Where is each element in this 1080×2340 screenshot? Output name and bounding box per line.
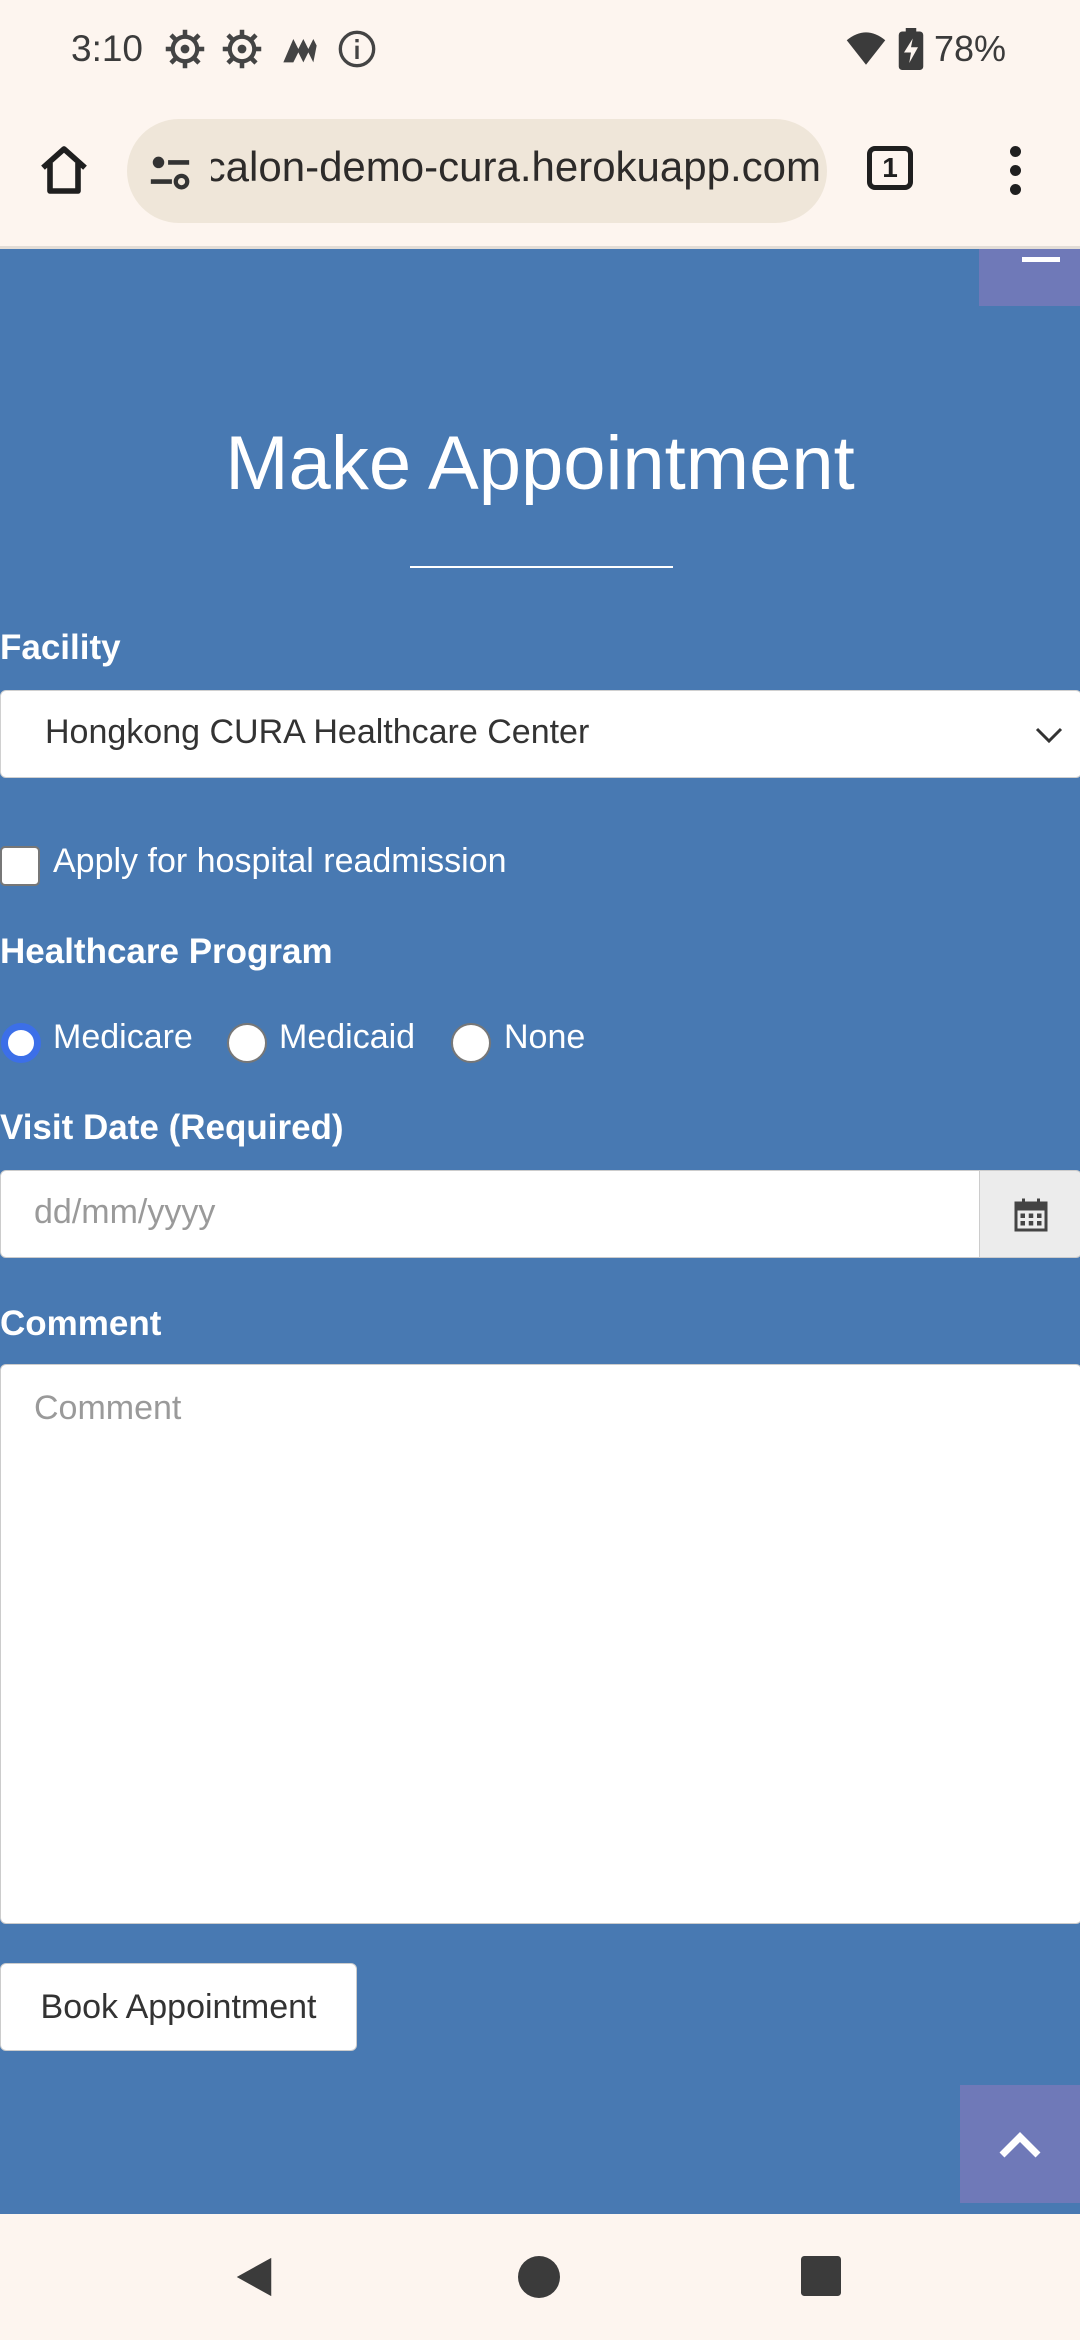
- readmission-checkbox[interactable]: [0, 846, 40, 886]
- radio-medicare-label[interactable]: Medicare: [53, 1018, 193, 1057]
- title-divider: [410, 566, 673, 568]
- hamburger-icon: [1022, 257, 1060, 262]
- status-time: 3:10: [71, 28, 144, 69]
- recents-icon[interactable]: [801, 2256, 841, 2296]
- facility-selected-value: Hongkong CURA Healthcare Center: [45, 713, 590, 751]
- back-icon[interactable]: [232, 2254, 276, 2300]
- tab-switcher-button[interactable]: 1: [867, 146, 913, 190]
- page-title: Make Appointment: [225, 421, 855, 506]
- healthcare-program-label: Healthcare Program: [0, 932, 333, 971]
- menu-toggle-button[interactable]: [979, 249, 1080, 306]
- calendar-button[interactable]: [979, 1170, 1080, 1258]
- radio-medicaid-label[interactable]: Medicaid: [279, 1018, 415, 1057]
- radio-none-label[interactable]: None: [504, 1018, 585, 1057]
- app-icon: [283, 39, 317, 63]
- scroll-to-top-button[interactable]: [960, 2085, 1080, 2203]
- system-navigation-bar: [0, 2214, 1080, 2340]
- wifi-icon: [846, 32, 886, 65]
- site-settings-icon[interactable]: [147, 149, 193, 195]
- home-icon[interactable]: [36, 142, 92, 198]
- radio-medicare[interactable]: [1, 1023, 41, 1063]
- calendar-icon: [1014, 1198, 1048, 1232]
- radio-medicaid[interactable]: [227, 1023, 267, 1063]
- comment-placeholder: Comment: [34, 1389, 182, 1427]
- visit-date-placeholder: dd/mm/yyyy: [34, 1193, 216, 1231]
- battery-charging-icon: [898, 28, 924, 70]
- address-bar[interactable]: calon-demo-cura.herokuapp.com: [127, 119, 827, 223]
- comment-label: Comment: [0, 1304, 162, 1343]
- visit-date-label: Visit Date (Required): [0, 1108, 344, 1147]
- radio-none[interactable]: [451, 1023, 491, 1063]
- facility-select[interactable]: Hongkong CURA Healthcare Center: [0, 690, 1080, 778]
- url-text[interactable]: calon-demo-cura.herokuapp.com: [211, 143, 821, 191]
- status-bar: 3:10 78%: [0, 0, 1080, 100]
- info-icon: [338, 30, 376, 68]
- more-options-icon[interactable]: [1008, 146, 1022, 202]
- chevron-up-icon: [999, 2132, 1041, 2158]
- battery-percent: 78%: [934, 28, 1007, 69]
- home-nav-icon[interactable]: [518, 2256, 560, 2298]
- comment-textarea[interactable]: Comment: [0, 1364, 1080, 1924]
- settings-icon: [165, 29, 205, 69]
- visit-date-input[interactable]: dd/mm/yyyy: [0, 1170, 980, 1258]
- chevron-down-icon: [1035, 727, 1063, 744]
- settings-icon: [222, 29, 262, 69]
- readmission-label[interactable]: Apply for hospital readmission: [53, 842, 507, 881]
- browser-toolbar: calon-demo-cura.herokuapp.com 1: [0, 100, 1080, 249]
- book-appointment-button[interactable]: Book Appointment: [0, 1963, 357, 2051]
- facility-label: Facility: [0, 628, 121, 667]
